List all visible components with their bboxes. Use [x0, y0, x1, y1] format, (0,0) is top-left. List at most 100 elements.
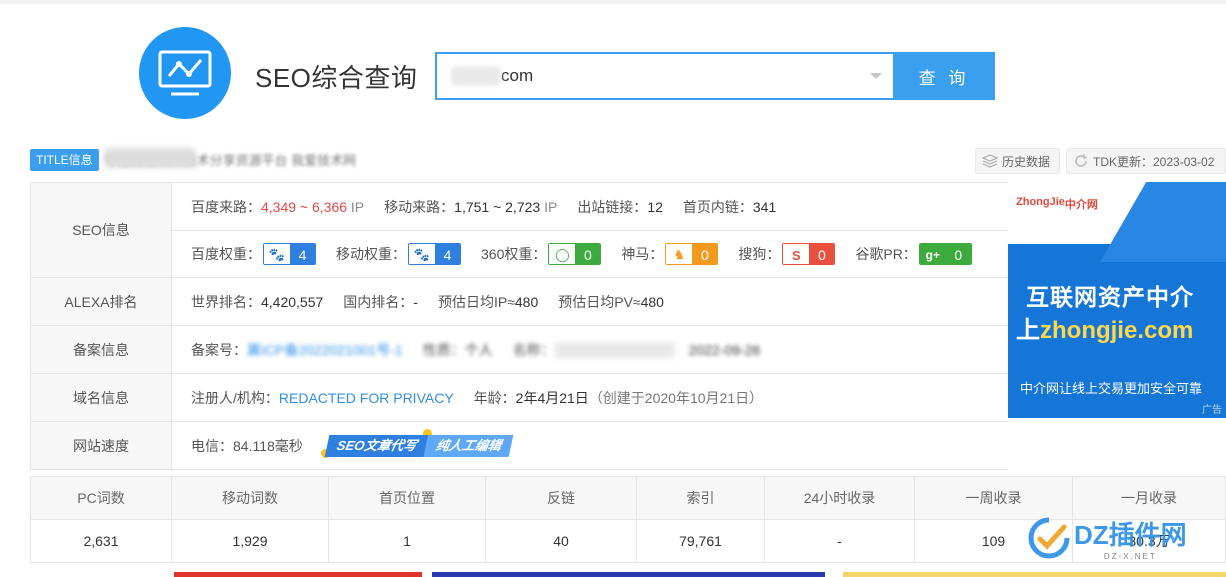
mobile-weight-badge[interactable]: 🐾 4	[408, 243, 461, 265]
page-title: SEO综合查询	[255, 63, 418, 93]
seo-logo[interactable]	[139, 27, 231, 119]
world-rank-label: 世界排名：	[191, 293, 261, 310]
est-ip-value: 480	[514, 293, 539, 310]
mobile-words-value[interactable]: 1,929	[171, 519, 329, 563]
watermark-name: DZ插件网	[1074, 520, 1187, 550]
domain-label: 域名信息	[31, 374, 172, 421]
title-info-tag: TITLE信息	[30, 149, 99, 171]
speed-row: 网站速度 电信：84.118毫秒 SEO文章代写 纯人工编辑	[31, 422, 1008, 470]
est-pv-value: 480	[640, 293, 664, 310]
pc-words-value[interactable]: 2,631	[30, 519, 172, 563]
header-index: 索引	[636, 476, 765, 520]
header-mobile-words: 移动词数	[171, 476, 329, 520]
alexa-label: ALEXA排名	[31, 278, 172, 325]
alexa-row: ALEXA排名 世界排名： 4,420,557 国内排名： - 预估日均IP≈ …	[31, 278, 1008, 326]
registrant-link[interactable]: REDACTED FOR PRIVACY	[279, 390, 454, 406]
beian-no-label: 备案号：	[191, 341, 247, 358]
paw-icon: 🐾	[409, 244, 435, 264]
nature-label: 性质：	[422, 341, 465, 358]
mobile-weight-label: 移动权重：	[336, 246, 406, 262]
backlinks-value[interactable]: 40	[485, 519, 637, 563]
domestic-rank-value: -	[413, 293, 418, 310]
search-input[interactable]	[455, 66, 835, 86]
watermark: DZ插件网 DZ-X.NET	[1028, 508, 1226, 568]
search-redacted	[451, 66, 501, 86]
mobile-weight-value: 4	[435, 244, 460, 264]
sogou-badge[interactable]: S 0	[782, 243, 836, 265]
baidu-weight-badge[interactable]: 🐾 4	[263, 243, 316, 265]
tdk-update-button[interactable]: TDK更新：2023-03-02	[1066, 148, 1226, 174]
mobile-traffic-label: 移动来路：	[384, 198, 455, 215]
ad-banner[interactable]: ZhongJie中介网 互联网资产中介 上zhongjie.com 中介网让线上…	[1008, 182, 1226, 418]
sogou-s-icon: S	[783, 244, 810, 264]
shenma-value: 0	[692, 244, 718, 264]
search-button[interactable]: 查 询	[893, 52, 995, 100]
title-redacted	[104, 148, 196, 168]
age-label: 年龄：	[473, 389, 516, 406]
beian-row: 备案信息 备案号： 冀ICP备2022021001号-1 性质： 个人 名称： …	[31, 326, 1008, 374]
baidu-traffic-unit: IP	[350, 198, 365, 215]
header-backlinks: 反链	[485, 476, 637, 520]
weight360-badge[interactable]: ◯ 0	[548, 243, 602, 265]
beian-no-link[interactable]: 冀ICP备2022021001号-1	[247, 340, 403, 360]
bottom-banner-1	[174, 572, 422, 577]
google-pr-value: 0	[945, 244, 971, 264]
refresh-icon	[1075, 154, 1088, 167]
sogou-value: 0	[809, 244, 835, 264]
home-links-label: 首页内链：	[682, 198, 753, 215]
registrant-label: 注册人/机构：	[191, 389, 279, 406]
zhongjie-logo: ZhongJie中介网	[1016, 196, 1098, 211]
history-data-button[interactable]: 历史数据	[975, 148, 1060, 174]
bottom-banner-3	[843, 572, 1226, 577]
ad-header: ZhongJie中介网	[1008, 182, 1226, 262]
ad-headline: 互联网资产中介	[1026, 284, 1194, 310]
header-24h: 24小时收录	[764, 476, 915, 520]
google-pr-label: 谷歌PR：	[855, 246, 917, 262]
beian-label: 备案信息	[31, 326, 172, 373]
seo-row: SEO信息 百度来路： 4,349 ~ 6,366 IP 移动来路： 1,751…	[31, 183, 1008, 278]
bottom-banner-2	[432, 572, 825, 577]
weight360-label: 360权重：	[481, 246, 547, 262]
outbound-links-label: 出站链接：	[577, 198, 648, 215]
home-links-value[interactable]: 341	[753, 199, 776, 215]
banner-text-2: 纯人工编辑	[423, 434, 514, 457]
mobile-traffic-unit: IP	[544, 198, 558, 215]
header-home-position: 首页位置	[328, 476, 486, 520]
mobile-traffic-value[interactable]: 1,751 ~ 2,723	[454, 199, 540, 215]
google-plus-icon: g+	[919, 244, 946, 264]
est-ip-label: 预估日均IP≈	[437, 293, 515, 310]
seo-writing-banner[interactable]: SEO文章代写 纯人工编辑	[320, 428, 514, 458]
google-pr-badge[interactable]: g+ 0	[918, 243, 972, 265]
shenma-badge[interactable]: ♞ 0	[665, 243, 719, 265]
search-field[interactable]	[435, 52, 894, 100]
domain-row: 域名信息 注册人/机构： REDACTED FOR PRIVACY 年龄： 2年…	[31, 374, 1008, 422]
speed-label: 网站速度	[31, 422, 172, 469]
baidu-traffic-value[interactable]: 4,349 ~ 6,366	[261, 199, 347, 215]
banner-text-1: SEO文章代写	[324, 434, 429, 457]
ad-domain-line: 上zhongjie.com	[1016, 317, 1194, 344]
index-value[interactable]: 79,761	[636, 519, 765, 563]
created-date: （创建于2020年10月21日）	[588, 389, 764, 406]
beian-date: 2022-09-26	[688, 341, 761, 358]
ad-tag: 广告	[1202, 405, 1222, 416]
shenma-label: 神马：	[621, 246, 664, 262]
speed-value: 电信：84.118毫秒	[191, 437, 303, 454]
home-position-value[interactable]: 1	[328, 519, 486, 563]
nature-value: 个人	[464, 341, 493, 358]
chevron-down-icon[interactable]	[870, 73, 882, 79]
seo-label: SEO信息	[31, 183, 172, 277]
age-value: 2年4月21日	[515, 389, 589, 406]
world-rank-value: 4,420,557	[261, 293, 324, 310]
ad-slogan: 中介网让线上交易更加安全可靠	[1020, 381, 1203, 396]
layers-icon	[982, 154, 998, 168]
ad-decoration	[1100, 182, 1226, 262]
info-table: SEO信息 百度来路： 4,349 ~ 6,366 IP 移动来路： 1,751…	[30, 182, 1008, 470]
360-ring-icon: ◯	[549, 244, 576, 264]
dz-logo-icon	[1028, 517, 1070, 559]
outbound-links-value[interactable]: 12	[647, 199, 663, 215]
watermark-sub: DZ-X.NET	[1103, 552, 1157, 561]
history-data-label: 历史数据	[1002, 154, 1051, 169]
header-pc-words: PC词数	[30, 476, 172, 520]
tdk-update-label: TDK更新：2023-03-02	[1093, 154, 1215, 169]
sogou-label: 搜狗：	[738, 246, 781, 262]
